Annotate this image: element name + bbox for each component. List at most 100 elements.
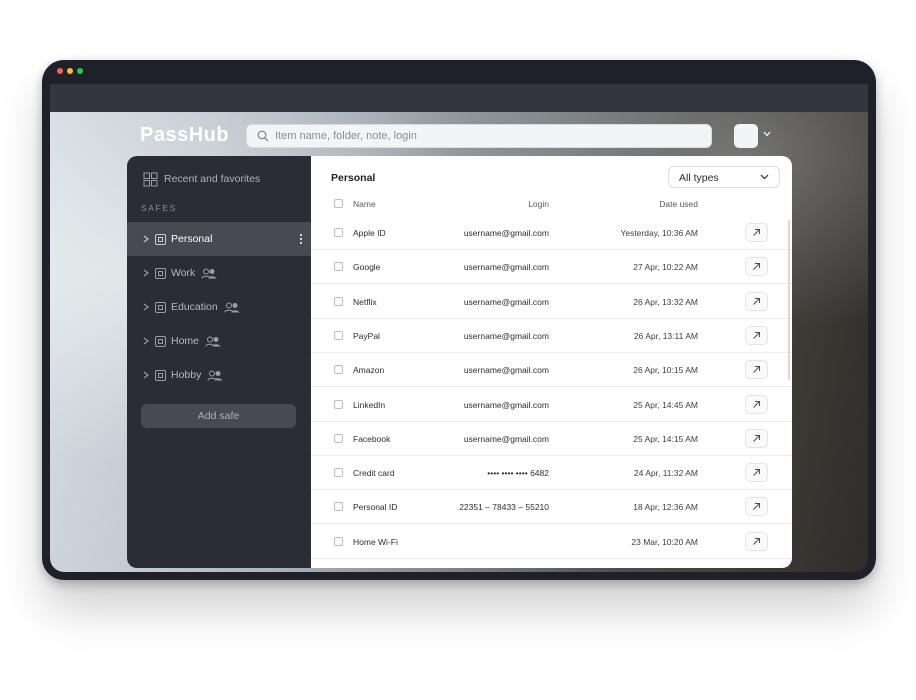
chevron-right-icon[interactable] bbox=[141, 302, 151, 312]
item-login: 22351 – 78433 – 55210 bbox=[459, 502, 549, 513]
user-avatar[interactable] bbox=[734, 124, 758, 148]
more-options-icon[interactable] bbox=[299, 233, 303, 245]
row-checkbox[interactable] bbox=[334, 296, 343, 306]
arrow-up-right-icon bbox=[753, 434, 760, 442]
row-checkbox[interactable] bbox=[334, 262, 343, 272]
shared-users-icon bbox=[224, 302, 240, 313]
item-date-used: 27 Apr, 10:22 AM bbox=[633, 262, 698, 273]
row-checkbox[interactable] bbox=[334, 433, 343, 443]
item-name: Facebook bbox=[353, 433, 391, 444]
recent-label: Recent and favorites bbox=[164, 173, 261, 185]
item-name: LinkedIn bbox=[353, 399, 386, 410]
add-safe-button[interactable]: Add safe bbox=[141, 404, 296, 428]
table-row[interactable]: Personal ID 22351 – 78433 – 55210 18 Apr, … bbox=[311, 490, 792, 525]
open-link-button[interactable] bbox=[745, 428, 768, 448]
item-date-used: 24 Apr, 11:32 AM bbox=[633, 468, 698, 479]
safe-label: Hobby bbox=[171, 369, 202, 381]
item-date-used: Yesterday, 10:36 AM bbox=[620, 228, 699, 238]
search-bar[interactable] bbox=[246, 124, 712, 148]
table-row[interactable]: LinkedIn username@gmail.com 25 Apr, 14:45 … bbox=[311, 388, 792, 422]
open-link-button[interactable] bbox=[745, 394, 768, 414]
table-row[interactable]: Home Wi-Fi 23 Mar, 10:20 AM bbox=[311, 525, 792, 559]
table-row[interactable]: Netflix username@gmail.com 26 Apr, 13:32 A… bbox=[311, 285, 792, 319]
open-link-button[interactable] bbox=[745, 291, 768, 311]
chevron-right-icon[interactable] bbox=[141, 370, 151, 380]
item-name: Google bbox=[353, 262, 381, 273]
arrow-up-right-icon bbox=[753, 297, 760, 305]
select-all-checkbox[interactable] bbox=[334, 199, 343, 208]
row-checkbox[interactable] bbox=[334, 536, 343, 546]
item-login: username@gmail.com bbox=[463, 365, 549, 376]
recent-and-favorites[interactable]: Recent and favorites bbox=[143, 170, 260, 188]
arrow-up-right-icon bbox=[753, 331, 760, 339]
row-checkbox[interactable] bbox=[334, 228, 343, 237]
open-link-button[interactable] bbox=[745, 497, 768, 517]
open-link-button[interactable] bbox=[745, 325, 768, 345]
table-row[interactable]: PayPal username@gmail.com 26 Apr, 13:11 AM bbox=[311, 319, 792, 353]
open-link-button[interactable] bbox=[745, 360, 768, 380]
item-date-used: 23 Mar, 10:20 AM bbox=[631, 536, 698, 547]
chevron-right-icon[interactable] bbox=[141, 268, 151, 278]
passhub-logo: PassHub bbox=[140, 124, 230, 146]
screen: PassHub Recent and fa bbox=[50, 84, 868, 572]
safe-title: Personal bbox=[331, 172, 376, 184]
item-login: username@gmail.com bbox=[463, 330, 549, 341]
item-login: username@gmail.com bbox=[463, 296, 549, 307]
column-name[interactable]: Name bbox=[353, 199, 376, 209]
app-window: Recent and favorites SAFES Personal Work bbox=[127, 156, 792, 568]
item-name: Netflix bbox=[353, 296, 377, 307]
table-row[interactable]: Amazon username@gmail.com 26 Apr, 10:15 AM bbox=[311, 353, 792, 388]
open-link-button[interactable] bbox=[745, 257, 768, 277]
column-login[interactable]: Login bbox=[528, 199, 549, 209]
shared-users-icon bbox=[205, 336, 221, 347]
table-row[interactable]: Apple ID username@gmail.com Yesterday, 10:… bbox=[311, 216, 792, 250]
item-name: Credit card bbox=[353, 468, 395, 479]
row-checkbox[interactable] bbox=[334, 365, 343, 375]
column-date-used[interactable]: Date used bbox=[659, 199, 698, 209]
safe-education[interactable]: Education bbox=[127, 290, 311, 324]
search-input[interactable] bbox=[275, 125, 695, 147]
scrollbar[interactable] bbox=[788, 220, 790, 380]
safes-heading: SAFES bbox=[141, 203, 177, 213]
safe-home[interactable]: Home bbox=[127, 324, 311, 358]
arrow-up-right-icon bbox=[753, 263, 760, 271]
safe-personal[interactable]: Personal bbox=[127, 222, 311, 256]
shared-users-icon bbox=[207, 370, 223, 381]
arrow-up-right-icon bbox=[753, 503, 760, 511]
item-name: Home Wi-Fi bbox=[353, 536, 398, 547]
window-close-dot[interactable] bbox=[57, 68, 63, 74]
safe-work[interactable]: Work bbox=[127, 256, 311, 290]
safe-label: Work bbox=[171, 267, 196, 279]
window-minimize-dot[interactable] bbox=[67, 68, 73, 74]
chevron-down-icon[interactable] bbox=[763, 131, 771, 137]
arrow-up-right-icon bbox=[753, 229, 760, 236]
row-checkbox[interactable] bbox=[334, 330, 343, 340]
item-login: username@gmail.com bbox=[463, 433, 549, 444]
table-row[interactable]: Credit card •••• •••• •••• 6482 24 Apr, 11… bbox=[311, 456, 792, 491]
type-filter-dropdown[interactable]: All types bbox=[668, 166, 780, 188]
type-filter-value: All types bbox=[679, 172, 719, 184]
search-icon bbox=[257, 130, 269, 142]
open-link-button[interactable] bbox=[745, 531, 768, 551]
arrow-up-right-icon bbox=[753, 469, 760, 476]
chevron-right-icon[interactable] bbox=[141, 234, 151, 244]
chevron-right-icon[interactable] bbox=[141, 336, 151, 346]
row-checkbox[interactable] bbox=[334, 502, 343, 512]
sidebar: Recent and favorites SAFES Personal Work bbox=[127, 156, 311, 568]
safe-icon bbox=[155, 369, 166, 381]
safe-icon bbox=[155, 301, 166, 313]
open-link-button[interactable] bbox=[745, 463, 768, 483]
arrow-up-right-icon bbox=[753, 366, 760, 374]
safe-hobby[interactable]: Hobby bbox=[127, 358, 311, 392]
item-login: •••• •••• •••• 6482 bbox=[487, 468, 549, 479]
row-checkbox[interactable] bbox=[334, 399, 343, 409]
safe-label: Home bbox=[171, 335, 200, 347]
item-name: Amazon bbox=[353, 365, 385, 376]
table-row[interactable]: Google username@gmail.com 27 Apr, 10:22 AM bbox=[311, 250, 792, 285]
shared-users-icon bbox=[201, 268, 217, 279]
window-maximize-dot[interactable] bbox=[77, 68, 83, 74]
open-link-button[interactable] bbox=[745, 223, 768, 242]
item-date-used: 26 Apr, 13:11 AM bbox=[633, 330, 698, 341]
table-row[interactable]: Facebook username@gmail.com 25 Apr, 14:15 … bbox=[311, 422, 792, 456]
row-checkbox[interactable] bbox=[334, 468, 343, 478]
